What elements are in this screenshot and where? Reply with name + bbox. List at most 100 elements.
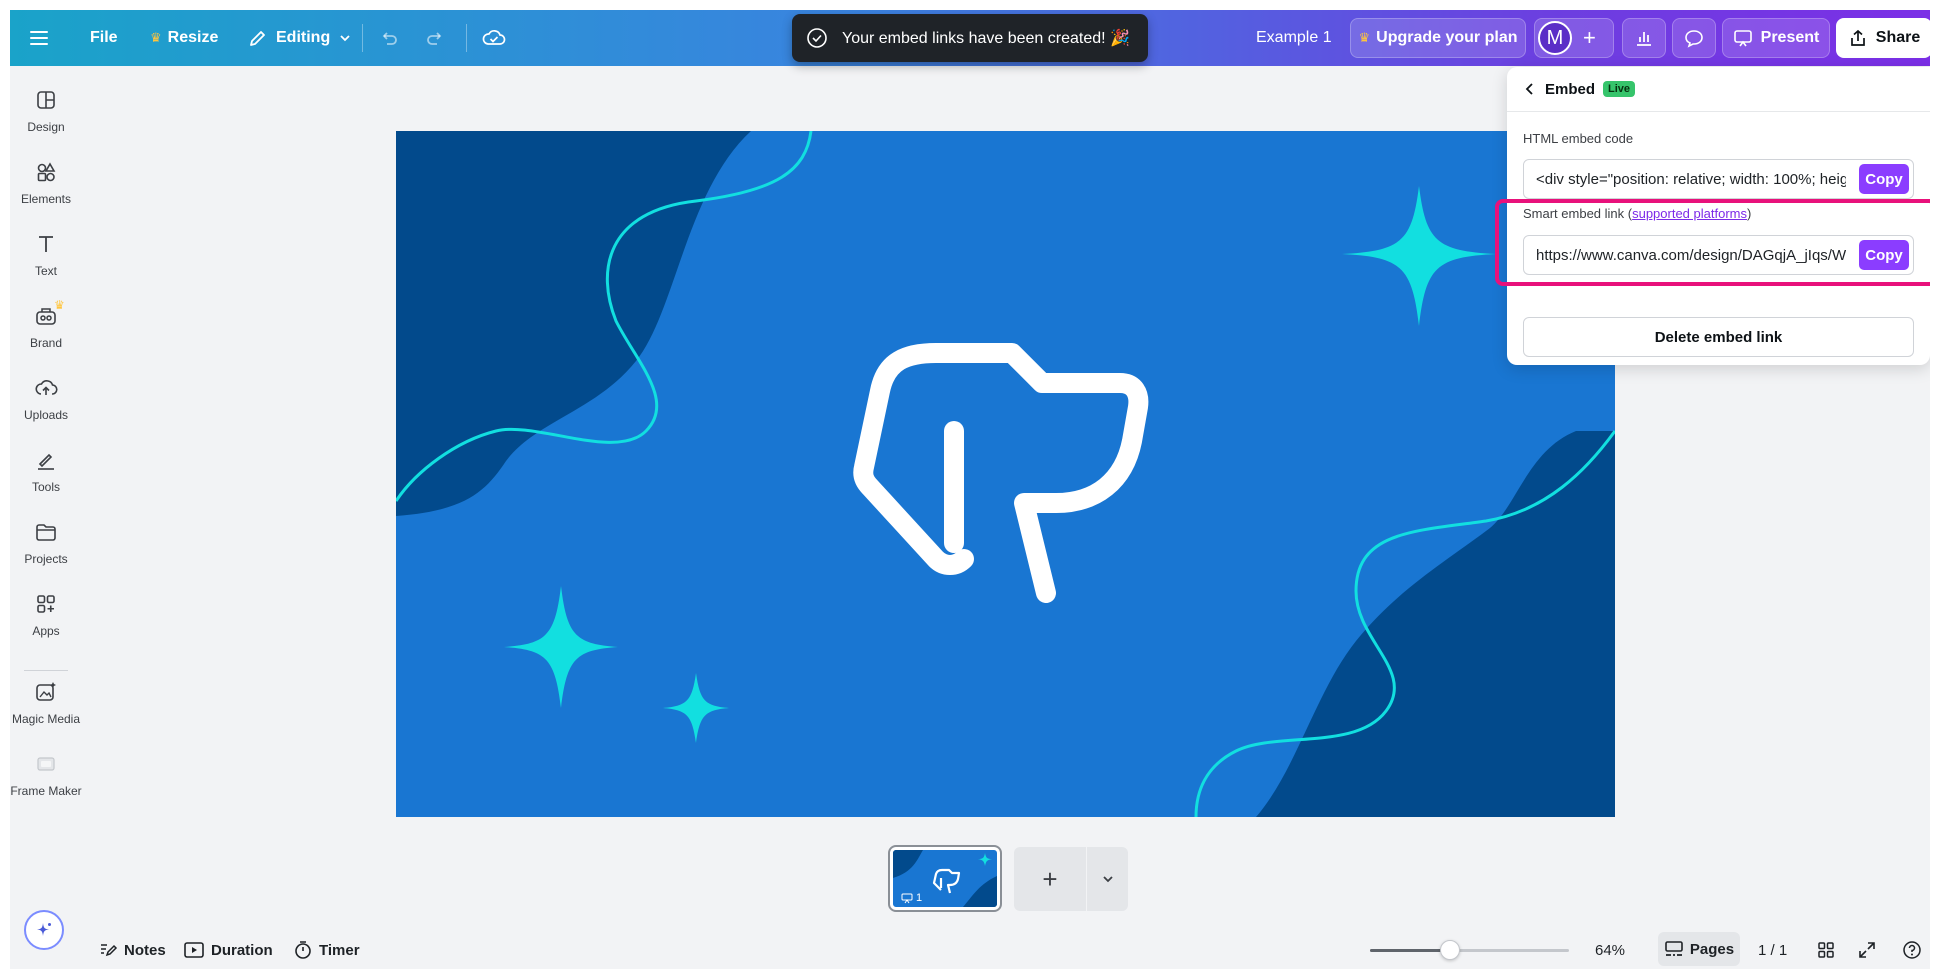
upgrade-plan-button[interactable]: ♛ Upgrade your plan [1350, 18, 1526, 58]
design-icon [37, 91, 55, 109]
sidebar-item-apps[interactable]: Apps [10, 586, 82, 648]
timer-button[interactable]: Timer [293, 935, 360, 965]
embed-panel-header: Embed Live [1507, 67, 1930, 112]
elements-icon [37, 162, 56, 182]
present-icon [1733, 30, 1752, 47]
grid-view-button[interactable] [1816, 935, 1842, 965]
help-button[interactable] [1902, 935, 1928, 965]
undo-button[interactable] [378, 10, 400, 66]
redo-button[interactable] [424, 10, 446, 66]
zoom-percentage[interactable]: 64% [1595, 935, 1625, 965]
magic-assistant-button[interactable] [24, 910, 64, 950]
present-button[interactable]: Present [1722, 18, 1830, 58]
file-menu-button[interactable]: File [80, 18, 128, 58]
add-page-button[interactable]: + [1014, 847, 1086, 911]
html-embed-label: HTML embed code [1523, 131, 1634, 146]
embed-panel-title: Embed [1545, 80, 1596, 98]
sidebar-item-uploads[interactable]: Uploads [10, 370, 82, 432]
pencil-icon [250, 31, 265, 46]
resize-label: Resize [167, 29, 219, 46]
sidebar-item-label: Elements [20, 192, 72, 206]
copy-html-button[interactable]: Copy [1859, 164, 1909, 194]
share-label: Share [1875, 29, 1921, 46]
sidebar-item-tools[interactable]: Tools [10, 442, 82, 504]
cloud-save-button[interactable] [482, 10, 506, 66]
add-page-label: + [1042, 863, 1058, 894]
grid-icon [1818, 942, 1834, 958]
thumbnail-page-number: 1 [901, 892, 922, 904]
timer-icon [295, 941, 311, 959]
avatar[interactable]: M [1538, 21, 1572, 55]
present-icon [901, 893, 913, 904]
add-page-options-button[interactable] [1087, 847, 1128, 911]
share-button[interactable]: Share [1836, 18, 1930, 58]
frame-maker-icon [37, 757, 55, 771]
pages-label: Pages [1689, 940, 1735, 958]
sidebar-item-text[interactable]: Text [10, 226, 82, 288]
html-embed-code-value: <div style="position: relative; width: 1… [1536, 171, 1846, 188]
check-circle-icon [807, 28, 827, 48]
highlight-box [1495, 199, 1930, 286]
divider [362, 24, 363, 52]
tools-icon [38, 453, 54, 470]
collaborators-group: M + [1534, 18, 1614, 58]
document-title[interactable]: Example 1 [1256, 10, 1332, 66]
insights-button[interactable] [1622, 18, 1666, 58]
delete-embed-link-button[interactable]: Delete embed link [1523, 317, 1914, 357]
sidebar-item-magic-media[interactable]: Magic Media [10, 674, 82, 736]
timer-label: Timer [319, 941, 360, 959]
zoom-slider-handle[interactable] [1439, 940, 1460, 960]
magic-media-icon [36, 682, 56, 701]
html-embed-code-field[interactable]: <div style="position: relative; width: 1… [1523, 159, 1914, 199]
sidebar-item-projects[interactable]: Projects [10, 514, 82, 576]
sidebar-item-label: Projects [24, 552, 68, 566]
toast-notification: Your embed links have been created! 🎉 [792, 14, 1148, 62]
sidebar-item-label: Magic Media [11, 712, 81, 726]
apps-icon [37, 595, 55, 613]
page-counter: 1 / 1 [1758, 935, 1787, 965]
cloud-check-icon [482, 30, 506, 45]
zoom-slider-fill [1370, 949, 1450, 952]
add-collaborator-icon[interactable]: + [1583, 25, 1596, 51]
resize-button[interactable]: ♛ Resize [140, 18, 228, 58]
live-badge: Live [1603, 81, 1636, 97]
left-sidebar: Design Elements Text ♛ Brand Uploads Too… [10, 66, 82, 969]
pages-button[interactable]: Pages [1658, 932, 1740, 966]
text-icon [39, 236, 53, 252]
pages-icon [1665, 941, 1683, 956]
avatar-initial: M [1546, 26, 1564, 49]
crown-icon: ♛ [1358, 30, 1371, 45]
duration-label: Duration [211, 941, 273, 959]
thumbnail-number: 1 [916, 892, 923, 904]
page-thumbnail[interactable]: 1 [888, 845, 1002, 912]
editing-mode-dropdown[interactable]: Editing [238, 18, 362, 58]
comment-icon [1685, 30, 1703, 48]
zoom-value: 64% [1595, 941, 1626, 959]
redo-icon [427, 32, 442, 45]
sidebar-item-design[interactable]: Design [10, 82, 82, 144]
chevron-down-icon [1102, 876, 1113, 883]
fullscreen-button[interactable] [1857, 935, 1883, 965]
folder-icon [36, 524, 56, 541]
divider [466, 24, 467, 52]
menu-icon[interactable] [30, 10, 50, 66]
file-menu-label: File [90, 29, 118, 46]
duration-button[interactable]: Duration [183, 935, 273, 965]
notes-button[interactable]: Notes [98, 935, 166, 965]
zoom-slider-track[interactable] [1370, 949, 1569, 952]
design-canvas[interactable] [396, 131, 1615, 817]
notes-pencil-icon [101, 944, 118, 957]
crown-icon: ♛ [54, 298, 65, 312]
sidebar-item-frame-maker[interactable]: Frame Maker [10, 746, 82, 808]
expand-icon [1859, 942, 1875, 958]
undo-icon [382, 32, 397, 45]
sidebar-item-elements[interactable]: Elements [10, 154, 82, 216]
comments-button[interactable] [1672, 18, 1716, 58]
sidebar-item-label: Text [34, 264, 57, 278]
chevron-down-icon [340, 35, 350, 42]
sidebar-divider [24, 670, 68, 671]
upload-cloud-icon [35, 380, 58, 395]
sidebar-item-brand[interactable]: ♛ Brand [10, 298, 82, 360]
back-chevron-icon[interactable] [1523, 82, 1537, 96]
sidebar-item-label: Brand [29, 336, 63, 350]
